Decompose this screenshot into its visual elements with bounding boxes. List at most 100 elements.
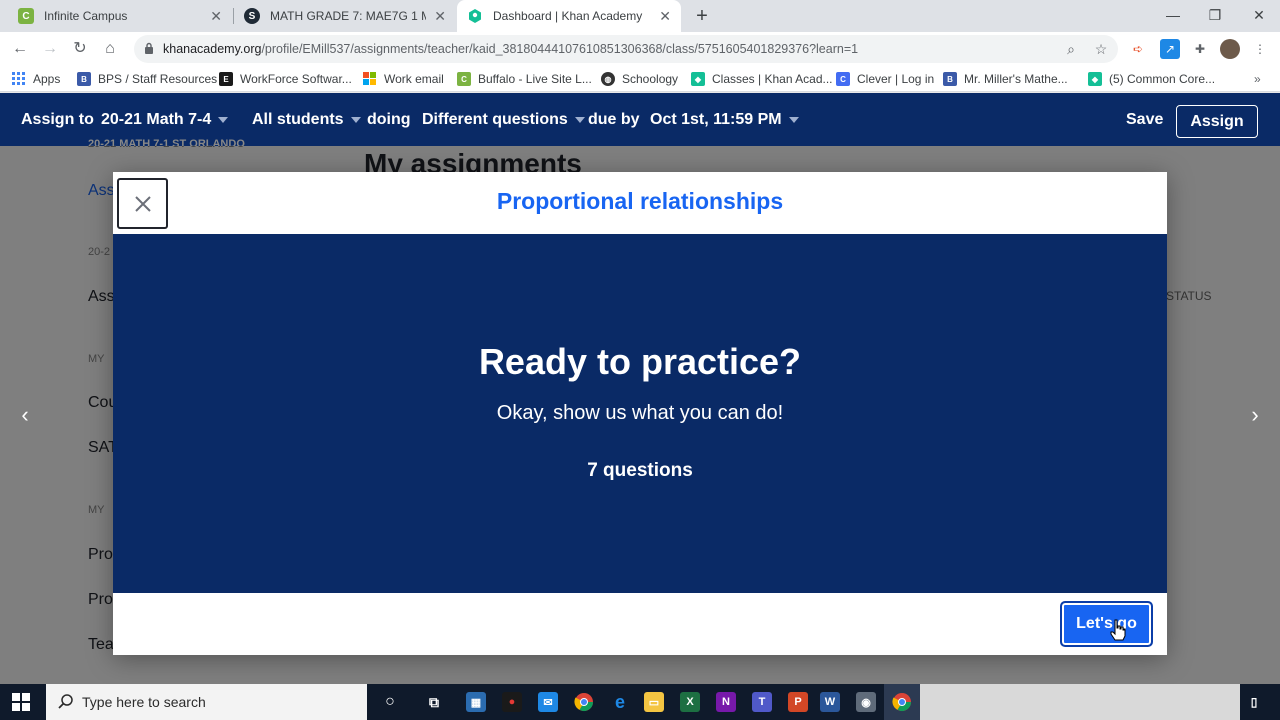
assign-to-label: Assign to: [21, 111, 94, 128]
close-tab-icon[interactable]: ✕: [434, 8, 446, 25]
active-taskbar-item[interactable]: [884, 684, 920, 720]
bookmark-common-core[interactable]: ◆ (5) Common Core...: [1088, 70, 1215, 88]
windows-taskbar: Type here to search ○ ⧉ ▦ ● ✉ e ▭ X N T …: [0, 684, 1280, 720]
bookmarks-overflow-icon[interactable]: »: [1254, 70, 1261, 88]
search-icon: [58, 694, 73, 709]
students-select-value: All students: [252, 111, 344, 128]
forward-arrow-icon[interactable]: →: [39, 38, 61, 60]
chevron-down-icon: [350, 117, 361, 123]
edge-icon[interactable]: e: [610, 692, 630, 712]
next-arrow-icon[interactable]: ›: [1243, 401, 1267, 429]
bookmark-label: Work email: [384, 72, 444, 86]
bookmark-clever[interactable]: C Clever | Log in: [836, 70, 934, 88]
due-by-label: due by: [588, 111, 640, 128]
address-bar[interactable]: khanacademy.org/profile/EMill537/assignm…: [134, 35, 1118, 63]
bookmark-apps[interactable]: Apps: [12, 70, 60, 88]
zoom-icon[interactable]: ⌕: [1062, 40, 1080, 58]
ready-headline: Ready to practice?: [478, 341, 802, 382]
khan-academy-icon: ◆: [1088, 72, 1102, 86]
home-icon[interactable]: ⌂: [99, 38, 121, 60]
students-select[interactable]: All students: [252, 111, 361, 129]
word-icon[interactable]: W: [820, 692, 840, 712]
extension-share-icon[interactable]: ➪: [1128, 39, 1148, 59]
chrome-icon[interactable]: [574, 692, 594, 712]
questions-mode-value: Different questions: [422, 111, 568, 128]
tab-khan-dashboard[interactable]: Dashboard | Khan Academy ✕: [457, 0, 681, 32]
close-tab-icon[interactable]: ✕: [659, 8, 671, 25]
minimize-window-icon[interactable]: —: [1150, 0, 1196, 32]
bookmark-buffalo-live[interactable]: C Buffalo - Live Site L...: [457, 70, 592, 88]
system-tray-icon[interactable]: ▯: [1244, 692, 1264, 712]
close-tab-icon[interactable]: ✕: [210, 8, 222, 25]
extension-chart-icon[interactable]: ↗: [1160, 39, 1180, 59]
new-tab-plus-icon[interactable]: +: [690, 4, 714, 28]
extensions-puzzle-icon[interactable]: ✚: [1190, 39, 1210, 59]
bookmark-work-email[interactable]: Work email: [363, 70, 444, 88]
onenote-icon[interactable]: N: [716, 692, 736, 712]
due-date-select[interactable]: Oct 1st, 11:59 PM: [650, 111, 799, 129]
bookmark-label: BPS / Staff Resources: [98, 72, 218, 86]
bookmark-workforce[interactable]: E WorkForce Softwar...: [219, 70, 352, 88]
bookmark-bps-staff[interactable]: B BPS / Staff Resources: [77, 70, 217, 88]
bps-icon: B: [77, 72, 91, 86]
apps-grid-icon: [12, 72, 26, 86]
task-view-icon[interactable]: ⧉: [424, 692, 444, 712]
bookmark-label: Apps: [33, 72, 61, 86]
tab-math-grade-7[interactable]: S MATH GRADE 7: MAE7G 1 MATH ✕: [234, 0, 456, 32]
bps-icon: B: [943, 72, 957, 86]
chevron-down-icon: [574, 117, 585, 123]
excel-icon[interactable]: X: [680, 692, 700, 712]
microsoft-icon: [363, 72, 377, 86]
lets-go-button[interactable]: Let's go: [1060, 601, 1153, 647]
save-button[interactable]: Save: [1126, 111, 1163, 129]
class-select-value: 20-21 Math 7-4: [101, 111, 212, 128]
hand-cursor-icon: [1110, 619, 1126, 641]
cortana-icon[interactable]: ○: [380, 692, 400, 712]
questions-mode-select[interactable]: Different questions: [422, 111, 585, 129]
infinite-campus-favicon-icon: C: [18, 8, 34, 24]
bookmark-schoology[interactable]: ◍ Schoology: [601, 70, 678, 88]
infinite-campus-icon: C: [457, 72, 471, 86]
close-window-icon[interactable]: ✕: [1236, 0, 1280, 32]
browser-toolbar: ← → ↻ ⌂ khanacademy.org/profile/EMill537…: [0, 32, 1280, 66]
camera-icon[interactable]: ◉: [856, 692, 876, 712]
tab-label: Dashboard | Khan Academy: [493, 9, 643, 23]
modal-body: Ready to practice? Okay, show us what yo…: [113, 234, 1167, 593]
assign-button[interactable]: Assign: [1176, 105, 1258, 138]
previous-arrow-icon[interactable]: ‹: [13, 401, 37, 429]
bookmark-label: Schoology: [622, 72, 679, 86]
doing-label: doing: [367, 111, 411, 128]
class-select[interactable]: 20-21 Math 7-4: [101, 111, 229, 129]
clever-icon: C: [836, 72, 850, 86]
mail-icon[interactable]: ✉: [538, 692, 558, 712]
powerpoint-icon[interactable]: P: [788, 692, 808, 712]
tab-infinite-campus[interactable]: C Infinite Campus ✕: [8, 0, 232, 32]
bookmark-label: Mr. Miller's Mathe...: [964, 72, 1068, 86]
menu-kebab-icon[interactable]: ⋮: [1250, 39, 1270, 59]
reload-icon[interactable]: ↻: [69, 38, 91, 60]
profile-avatar[interactable]: [1220, 39, 1240, 59]
bookmark-label: Classes | Khan Acad...: [712, 72, 833, 86]
windows-start-icon[interactable]: [12, 693, 30, 711]
taskbar-search[interactable]: Type here to search: [46, 684, 367, 720]
modal-footer: Let's go: [113, 593, 1167, 655]
screen-recorder-icon[interactable]: ●: [502, 692, 522, 712]
modal-title: Proportional relationships: [496, 188, 784, 214]
bookmarks-bar: Apps B BPS / Staff Resources E WorkForce…: [0, 66, 1280, 92]
file-explorer-icon[interactable]: ▭: [644, 692, 664, 712]
bookmark-mr-miller[interactable]: B Mr. Miller's Mathe...: [943, 70, 1068, 88]
store-icon[interactable]: ▦: [466, 692, 486, 712]
bookmark-label: Clever | Log in: [857, 72, 935, 86]
modal-header: Proportional relationships: [113, 172, 1167, 234]
chevron-down-icon: [788, 117, 799, 123]
search-placeholder: Type here to search: [82, 694, 206, 710]
workforce-icon: E: [219, 72, 233, 86]
url-host: khanacademy.org: [163, 42, 262, 56]
back-arrow-icon[interactable]: ←: [9, 38, 31, 60]
schoology-favicon-icon: S: [244, 8, 260, 24]
bookmark-star-icon[interactable]: ☆: [1092, 40, 1110, 58]
teams-icon[interactable]: T: [752, 692, 772, 712]
url-path: /profile/EMill537/assignments/teacher/ka…: [261, 42, 859, 56]
bookmark-khan-classes[interactable]: ◆ Classes | Khan Acad...: [691, 70, 833, 88]
restore-window-icon[interactable]: ❐: [1192, 0, 1238, 32]
